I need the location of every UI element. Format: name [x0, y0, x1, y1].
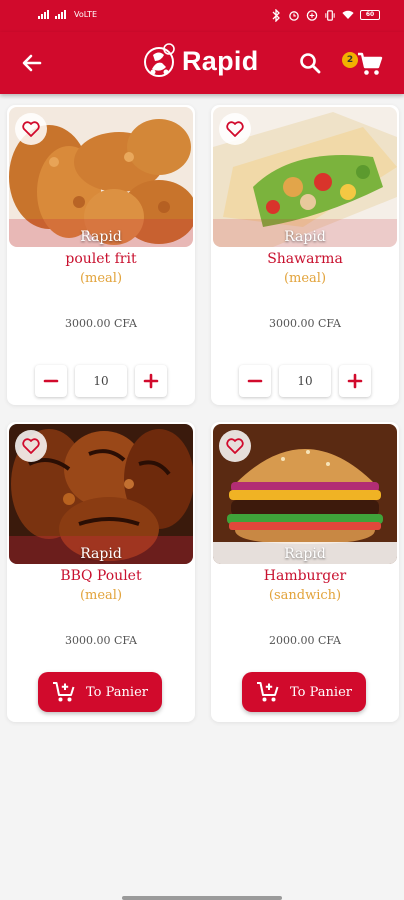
battery-icon: 60 [360, 10, 380, 20]
quantity-stepper: 10 [35, 365, 167, 397]
image-brand-label: Rapid [80, 546, 122, 562]
back-arrow-icon [22, 54, 42, 72]
product-price: 3000.00 CFA [268, 317, 342, 330]
vibrate-icon [324, 8, 336, 22]
signal-2-icon [55, 9, 66, 19]
product-price: 3000.00 CFA [64, 317, 138, 330]
add-to-cart-button[interactable]: To Panier [242, 672, 366, 712]
add-to-cart-icon [53, 682, 75, 702]
back-button[interactable] [18, 49, 46, 77]
wifi-icon [342, 8, 354, 22]
product-price: 2000.00 CFA [268, 634, 342, 647]
image-brand-label: Rapid [80, 229, 122, 245]
product-image[interactable]: Rapid [9, 107, 193, 247]
add-to-cart-label: To Panier [86, 684, 148, 700]
minus-icon [247, 379, 263, 383]
add-to-cart-button[interactable]: To Panier [38, 672, 162, 712]
product-card[interactable]: Rapid poulet frit (meal) 3000.00 CFA 10 [7, 105, 195, 405]
product-name: Hamburger [263, 568, 347, 584]
product-image[interactable]: Rapid [213, 424, 397, 564]
minus-icon [43, 379, 59, 383]
product-name: BBQ Poulet [60, 568, 142, 584]
decrease-quantity-button[interactable] [35, 365, 67, 397]
product-category: (meal) [79, 588, 123, 603]
alarm-icon [288, 8, 300, 22]
favorite-button[interactable] [219, 430, 251, 462]
search-icon [300, 53, 321, 74]
product-image[interactable]: Rapid [9, 424, 193, 564]
favorite-button[interactable] [219, 113, 251, 145]
brand-name: Rapid [182, 45, 259, 76]
product-card[interactable]: Rapid Hamburger (sandwich) 2000.00 CFA T… [211, 422, 399, 722]
signal-1-icon [38, 9, 49, 19]
search-button[interactable] [298, 51, 322, 75]
increase-quantity-button[interactable] [339, 365, 371, 397]
bluetooth-icon [270, 8, 282, 22]
product-name: poulet frit [65, 251, 137, 267]
decrease-quantity-button[interactable] [239, 365, 271, 397]
add-to-cart-icon [257, 682, 279, 702]
image-brand-label: Rapid [284, 546, 326, 562]
home-indicator[interactable] [122, 896, 282, 900]
product-image[interactable]: Rapid [213, 107, 397, 247]
favorite-button[interactable] [15, 113, 47, 145]
status-bar: VoLTE 60 [0, 0, 404, 32]
cart-count-badge: 2 [342, 52, 358, 68]
product-category: (meal) [283, 271, 327, 286]
data-saver-icon [306, 8, 318, 22]
heart-icon [226, 121, 244, 137]
status-icons: 60 [270, 8, 380, 22]
signal-group: VoLTE [38, 9, 97, 19]
image-brand-label: Rapid [284, 229, 326, 245]
product-name: Shawarma [267, 251, 343, 267]
increase-quantity-button[interactable] [135, 365, 167, 397]
quantity-stepper: 10 [239, 365, 371, 397]
cart-button[interactable] [356, 50, 384, 78]
heart-icon [226, 438, 244, 454]
quantity-value[interactable]: 10 [279, 365, 331, 397]
app-logo: Rapid [142, 41, 259, 81]
product-card[interactable]: Rapid BBQ Poulet (meal) 3000.00 CFA To P… [7, 422, 195, 722]
product-category: (meal) [79, 271, 123, 286]
plus-icon [347, 373, 363, 389]
app-bar: Rapid 2 [0, 32, 404, 94]
network-type: VoLTE [74, 10, 98, 19]
quantity-value[interactable]: 10 [75, 365, 127, 397]
heart-icon [22, 121, 40, 137]
product-category: (sandwich) [268, 588, 342, 603]
favorite-button[interactable] [15, 430, 47, 462]
heart-icon [22, 438, 40, 454]
cart-icon [358, 52, 383, 75]
add-to-cart-label: To Panier [290, 684, 352, 700]
product-price: 3000.00 CFA [64, 634, 138, 647]
delivery-logo-icon [144, 43, 175, 77]
product-card[interactable]: Rapid Shawarma (meal) 3000.00 CFA 10 [211, 105, 399, 405]
plus-icon [143, 373, 159, 389]
